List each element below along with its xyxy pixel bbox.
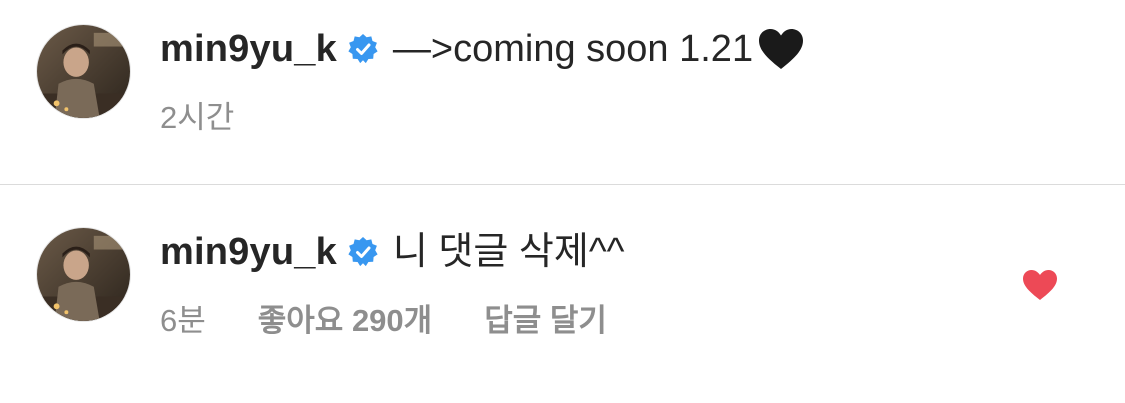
username[interactable]: min9yu_k (160, 26, 337, 72)
timestamp: 2시간 (160, 100, 235, 135)
avatar-image (37, 228, 130, 321)
reply-button[interactable]: 답글 달기 (484, 303, 607, 339)
heart-filled-icon (1023, 270, 1057, 300)
caption-meta: 2시간 (160, 100, 234, 136)
comment-meta: 6분 좋아요 290개 답글 달기 (160, 303, 607, 339)
comment-text: 니 댓글 삭제^^ (392, 231, 625, 273)
verified-badge-icon (347, 33, 379, 65)
like-button[interactable] (1021, 268, 1059, 302)
verified-badge-icon (347, 236, 379, 268)
timestamp: 6분 (160, 303, 206, 338)
comments-screen: min9yu_k —>coming soon 1.21 2시간 min9yu_k… (0, 0, 1125, 403)
caption-text: —>coming soon 1.21 (392, 28, 754, 70)
black-heart-emoji-icon (757, 27, 805, 71)
comment-item: min9yu_k 니 댓글 삭제^^ 6분 좋아요 290개 답글 달기 (0, 185, 1125, 403)
likes-count[interactable]: 좋아요 290개 (258, 303, 432, 339)
avatar[interactable] (36, 24, 131, 119)
caption-line: min9yu_k —>coming soon 1.21 (160, 26, 805, 72)
post-caption: min9yu_k —>coming soon 1.21 2시간 (0, 0, 1125, 184)
avatar-image (37, 25, 130, 118)
comment-line: min9yu_k 니 댓글 삭제^^ (160, 229, 624, 275)
avatar[interactable] (36, 227, 131, 322)
username[interactable]: min9yu_k (160, 229, 337, 275)
